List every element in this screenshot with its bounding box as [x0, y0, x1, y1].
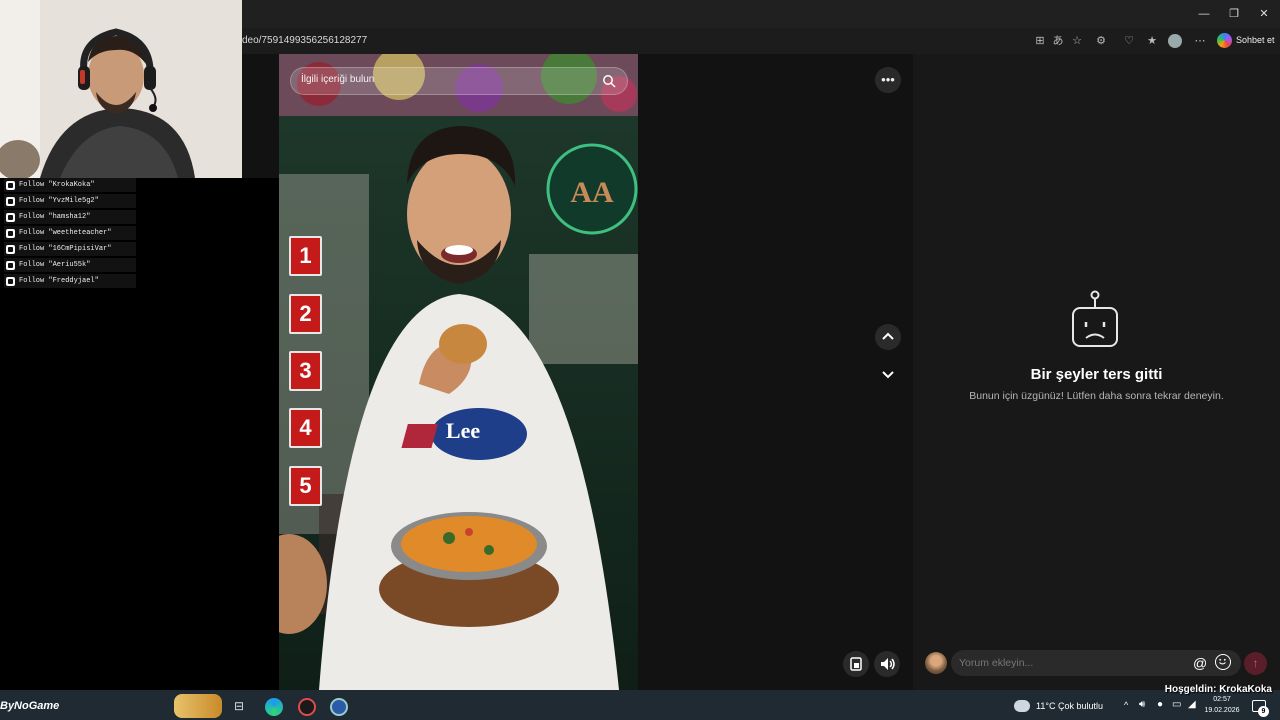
follow-icon — [6, 180, 15, 190]
extensions-icon[interactable]: ⚙ — [1093, 33, 1109, 49]
follow-icon — [6, 260, 15, 270]
follow-text: Follow "KrokaKoka" — [19, 181, 95, 189]
rank-badge-3: 3 — [289, 351, 322, 391]
channel-logo: ByNoGame — [0, 700, 60, 712]
search-placeholder[interactable]: İlgili içeriği bulun — [301, 74, 374, 85]
welcome-text: Hoşgeldin: KrokaKoka — [1164, 684, 1272, 695]
task-view-icon[interactable]: ⊟ — [232, 699, 246, 713]
pip-icon[interactable] — [843, 651, 869, 677]
follow-icon — [6, 196, 15, 206]
edge-browser-icon[interactable] — [265, 698, 283, 716]
comment-placeholder[interactable]: Yorum ekleyin... — [959, 657, 1033, 669]
minimize-icon[interactable]: — — [1194, 6, 1214, 22]
volume-icon[interactable] — [874, 651, 900, 677]
follow-icon — [6, 212, 15, 222]
previous-video-button[interactable] — [875, 324, 901, 350]
translate-icon[interactable]: あ — [1050, 33, 1066, 49]
url-text[interactable]: deo/7591499356256128277 — [242, 33, 662, 49]
sad-robot-icon — [1071, 290, 1119, 350]
error-title: Bir şeyler ters gitti — [1030, 366, 1163, 383]
speaker-icon[interactable]: 🔊︎ — [1139, 699, 1145, 710]
next-video-button[interactable] — [875, 361, 901, 387]
copilot-chat-button[interactable]: Sohbet et — [1214, 30, 1276, 50]
follow-icon — [6, 228, 15, 238]
follow-row: Follow "Freddyjael" — [4, 274, 136, 288]
send-comment-button[interactable]: ↑ — [1244, 652, 1267, 675]
microphone-icon[interactable]: ● — [1157, 699, 1163, 710]
weather-cloud-icon[interactable] — [1014, 700, 1030, 712]
rank-badge-2: 2 — [289, 294, 322, 334]
follow-row: Follow "weetheteacher" — [4, 226, 136, 240]
follow-text: Follow "YvzMile5g2" — [19, 197, 99, 205]
chevron-up-icon[interactable]: ^ — [1124, 700, 1128, 710]
follow-text: Follow "hamsha12" — [19, 213, 91, 221]
follow-row: Follow "KrokaKoka" — [4, 178, 136, 192]
steam-icon[interactable] — [330, 698, 348, 716]
more-menu-icon[interactable]: ⋯ — [1192, 33, 1208, 49]
follow-icon — [6, 244, 15, 254]
video-player[interactable]: AA Lee — [279, 54, 638, 690]
search-icon[interactable] — [602, 74, 616, 88]
rank-badge-5: 5 — [289, 466, 322, 506]
favorite-star-icon[interactable]: ☆ — [1069, 33, 1085, 49]
copilot-icon — [1217, 32, 1232, 48]
svg-text:AA: AA — [570, 176, 614, 209]
rank-badge-1: 1 — [289, 236, 322, 276]
network-icon[interactable]: ◢ — [1188, 699, 1196, 710]
user-avatar[interactable] — [925, 652, 947, 674]
rank-badge-4: 4 — [289, 408, 322, 448]
chat-button-label: Sohbet et — [1236, 35, 1275, 45]
profile-avatar-icon[interactable] — [1168, 34, 1182, 48]
game-widget-icon[interactable] — [174, 694, 222, 718]
weather-text[interactable]: 11°C Çok bulutlu — [1036, 701, 1103, 711]
app-available-icon[interactable]: ⊞ — [1032, 33, 1048, 49]
shirt-logo: Lee — [446, 418, 480, 443]
follow-text: Follow "Aeriu55k" — [19, 261, 91, 269]
restore-icon[interactable]: ❐ — [1224, 6, 1244, 22]
follow-text: Follow "weetheteacher" — [19, 229, 112, 237]
follow-text: Follow "Freddyjael" — [19, 277, 99, 285]
more-options-icon[interactable]: ••• — [875, 67, 901, 93]
mention-icon[interactable]: @ — [1193, 655, 1207, 671]
follow-row: Follow "YvzMile5g2" — [4, 194, 136, 208]
follow-row: Follow "16CmPipisiVar" — [4, 242, 136, 256]
display-icon[interactable]: ▭ — [1172, 699, 1181, 710]
follow-text: Follow "16CmPipisiVar" — [19, 245, 112, 253]
close-icon[interactable]: ✕ — [1254, 6, 1274, 22]
follow-row: Follow "Aeriu55k" — [4, 258, 136, 272]
error-description: Bunun için üzgünüz! Lütfen daha sonra te… — [969, 390, 1224, 402]
clock-time[interactable]: 02:57 — [1202, 696, 1242, 703]
favorites-icon[interactable]: ★ — [1144, 33, 1160, 49]
notification-count-badge: 9 — [1258, 706, 1269, 717]
follow-icon — [6, 276, 15, 286]
clock-date[interactable]: 19.02.2026 — [1200, 707, 1244, 714]
follow-row: Follow "hamsha12" — [4, 210, 136, 224]
browser-essentials-icon[interactable]: ♡ — [1121, 33, 1137, 49]
webcam-feed — [0, 0, 242, 178]
obs-icon[interactable] — [298, 698, 316, 716]
video-side-area — [638, 54, 913, 690]
emoji-icon[interactable] — [1215, 654, 1231, 670]
